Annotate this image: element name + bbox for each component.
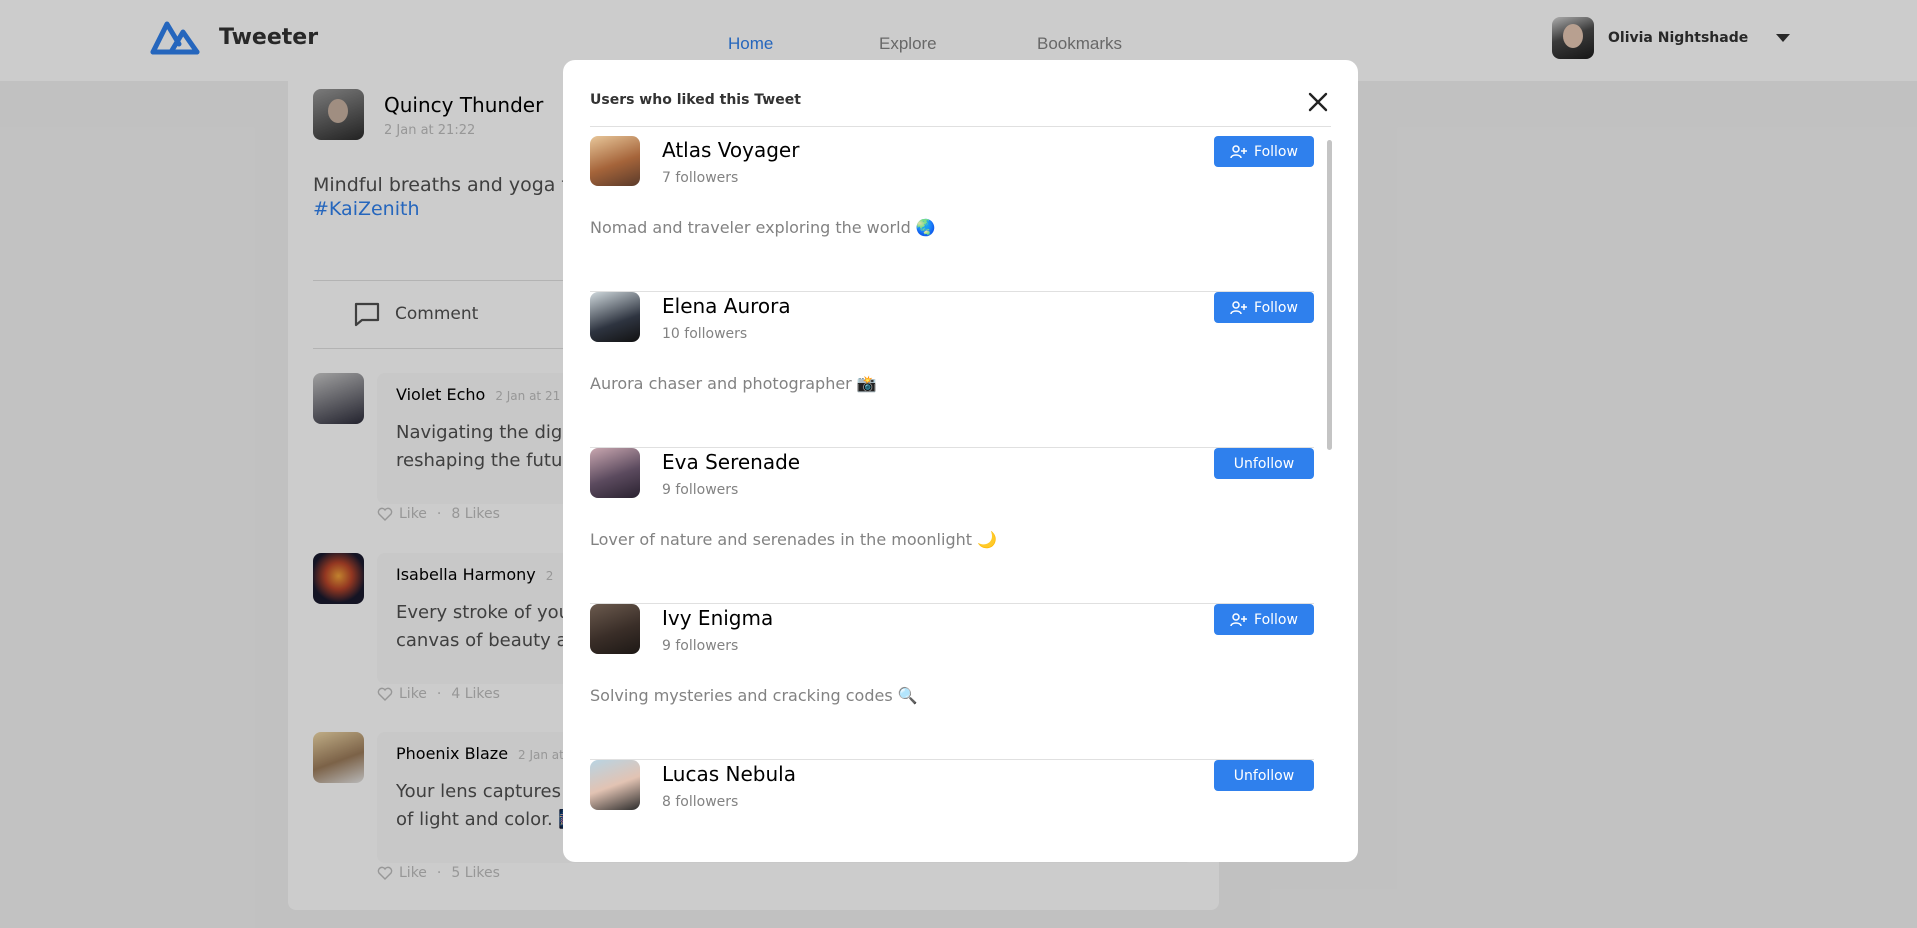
divider [590, 126, 1331, 127]
avatar[interactable] [590, 292, 640, 342]
unfollow-button[interactable]: Unfollow [1214, 760, 1314, 791]
user-name[interactable]: Ivy Enigma [662, 606, 773, 630]
follower-count: 9 followers [662, 638, 739, 654]
avatar[interactable] [590, 448, 640, 498]
user-bio: Lover of nature and serenades in the moo… [590, 530, 998, 549]
user-name[interactable]: Elena Aurora [662, 294, 791, 318]
modal-title: Users who liked this Tweet [590, 92, 801, 108]
user-bio: Nomad and traveler exploring the world 🌏 [590, 218, 936, 237]
follow-label: Follow [1254, 299, 1298, 316]
add-user-icon [1230, 300, 1248, 314]
unfollow-button[interactable]: Unfollow [1214, 448, 1314, 479]
follow-label: Follow [1254, 143, 1298, 160]
user-bio: Aurora chaser and photographer 📸 [590, 374, 877, 393]
follow-button[interactable]: Follow [1214, 292, 1314, 323]
follower-count: 9 followers [662, 482, 739, 498]
follower-count: 8 followers [662, 794, 739, 810]
follow-button[interactable]: Follow [1214, 604, 1314, 635]
user-name[interactable]: Eva Serenade [662, 450, 800, 474]
list-item: Eva Serenade 9 followers Lover of nature… [590, 448, 1314, 604]
likes-modal: Users who liked this Tweet Atlas Voyager… [563, 60, 1358, 862]
list-item: Lucas Nebula 8 followers Unfollow [590, 760, 1314, 862]
user-bio: Solving mysteries and cracking codes 🔍 [590, 686, 918, 705]
avatar[interactable] [590, 760, 640, 810]
likers-list: Atlas Voyager 7 followers Nomad and trav… [590, 136, 1331, 862]
follow-label: Follow [1254, 611, 1298, 628]
list-item: Elena Aurora 10 followers Aurora chaser … [590, 292, 1314, 448]
avatar[interactable] [590, 604, 640, 654]
follow-label: Unfollow [1233, 455, 1295, 472]
add-user-icon [1230, 144, 1248, 158]
list-item: Atlas Voyager 7 followers Nomad and trav… [590, 136, 1314, 292]
user-name[interactable]: Lucas Nebula [662, 762, 796, 786]
add-user-icon [1230, 612, 1248, 626]
follow-label: Unfollow [1233, 767, 1295, 784]
follower-count: 10 followers [662, 326, 748, 342]
follow-button[interactable]: Follow [1214, 136, 1314, 167]
avatar[interactable] [590, 136, 640, 186]
user-name[interactable]: Atlas Voyager [662, 138, 799, 162]
close-icon[interactable] [1305, 89, 1331, 115]
follower-count: 7 followers [662, 170, 739, 186]
list-item: Ivy Enigma 9 followers Solving mysteries… [590, 604, 1314, 760]
